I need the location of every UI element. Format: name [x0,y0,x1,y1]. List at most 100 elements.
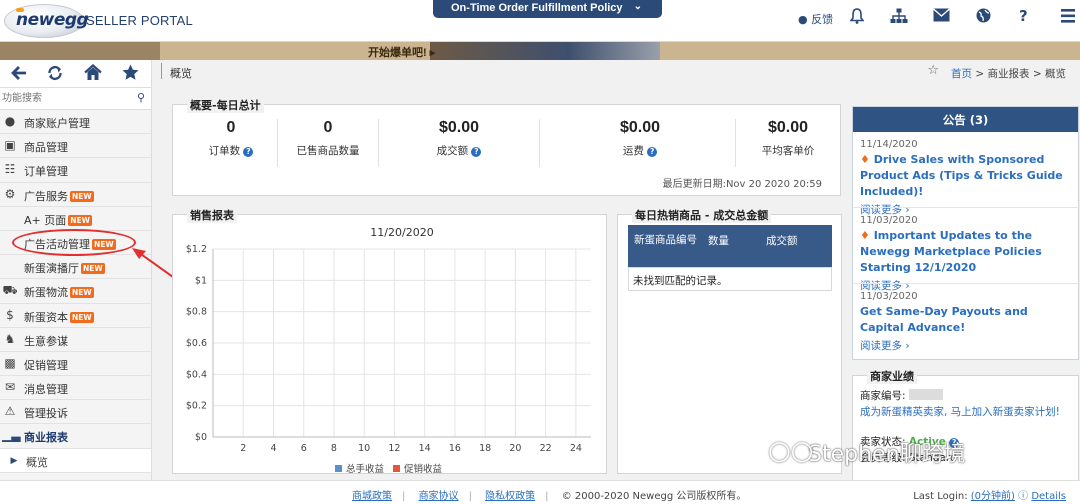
search-icon[interactable]: ⚲ [137,91,145,104]
legend-swatch [335,465,342,472]
menu-icon[interactable] [1061,8,1075,24]
star-icon[interactable] [122,64,139,81]
announcement-link[interactable]: Get Same-Day Payouts and Capital Advance… [860,304,1072,336]
stat-value: $0.00 [438,119,480,136]
stat-orders: 0 订单数 ? [191,119,271,158]
new-badge: NEW [70,190,94,202]
sidebar-item-account[interactable]: ● 商家账户管理 [0,110,151,135]
newegg-logo[interactable]: newegg [4,2,89,40]
stat-label: 成交额 ? [401,143,517,158]
announcement-link[interactable]: ♦ Important Updates to the Newegg Market… [860,228,1072,276]
read-more-link[interactable]: 阅读更多 › [860,338,1072,353]
sidebar-item-capital[interactable]: $ 新蛋资本 NEW [0,304,151,328]
merchant-performance-panel: 商家业绩 商家编号: 成为新蛋精英卖家, 马上加入新蛋卖家计划! 卖家状态: A… [852,368,1079,485]
sidebar-item-messages[interactable]: ✉ 消息管理 [0,376,151,401]
breadcrumb-reports[interactable]: 商业报表 [988,68,1030,80]
sidebar-item-ads[interactable]: ⚙ 广告服务 NEW [0,183,151,207]
sidebar-search-input[interactable] [0,90,134,107]
stat-divider [735,119,736,167]
help-icon[interactable]: ? [1019,7,1028,25]
y-tick-label: $0.8 [186,307,207,318]
table-empty-row: 未找到匹配的记录。 [628,267,832,291]
sidebar-item-complaints[interactable]: ⚠ 管理投诉 [0,400,151,425]
last-login-value[interactable]: (0分钟前) [971,491,1015,502]
announcement-date: 11/14/2020 [860,139,918,150]
sidebar-item-label: 管理投诉 [24,407,68,421]
refresh-icon[interactable] [47,65,63,81]
sidebar-item-label: 生意参谋 [24,334,68,348]
footer-separator: | [468,491,472,502]
feedback-link[interactable]: ● 反馈 [798,11,833,27]
col-header-quantity[interactable]: 数量 [708,233,729,248]
breadcrumb-home[interactable]: 首页 [951,68,972,80]
details-link[interactable]: Details [1031,491,1066,502]
warning-icon: ⚠ [4,404,16,419]
globe-icon[interactable] [976,8,991,23]
sidebar-item-label: A+ 页面 NEW [24,212,92,228]
footer-separator: | [402,491,406,502]
sitemap-icon[interactable] [890,8,908,24]
sidebar-item-label: 广告服务 NEW [24,188,94,204]
table-header: 新蛋商品编号 数量 成交额 [628,225,832,267]
new-badge: NEW [70,287,94,299]
announcements-title: 公告 (3) [853,107,1078,132]
announcement-item: 11/03/2020 Get Same-Day Payouts and Capi… [860,291,1072,353]
bell-icon[interactable] [850,8,864,24]
orders-label: 订单数 [208,145,241,157]
breadcrumb-bar: 概览 ☆ 首页 > 商业报表 > 概览 [153,60,1080,86]
elite-seller-link[interactable]: 成为新蛋精英卖家, 马上加入新蛋卖家计划! [860,404,1060,419]
top-bar: newegg SELLER PORTAL On-Time Order Fulfi… [0,0,1080,42]
footer-link-agreement[interactable]: 商家协议 [419,491,459,502]
divider [853,207,1080,208]
promo-banner[interactable]: 开始爆单吧! ▸ [0,42,1080,60]
a-plus-label: A+ 页面 [24,213,67,227]
sidebar-item-label: 新蛋演播厅 NEW [24,260,105,276]
footer-link-policy[interactable]: 商城政策 [352,491,392,502]
envelope-icon[interactable] [933,8,950,22]
logistics-label: 新蛋物流 [24,286,68,300]
x-tick-label: 20 [509,443,521,454]
sidebar-quick-actions [0,60,151,88]
stat-value: 0 [323,119,333,136]
announcement-link[interactable]: ♦ Drive Sales with Sponsored Product Ads… [860,152,1072,200]
last-update: 最后更新日期:Nov 20 2020 20:59 [662,179,822,190]
legend-label: 促销收益 [404,463,443,473]
ads-label: 广告服务 [24,189,68,203]
sidebar-item-overview[interactable]: ▶ 概览 [0,448,151,473]
help-icon[interactable]: ? [243,147,254,157]
envelope-icon: ✉ [4,380,16,395]
announcement-item: 11/14/2020 ♦ Drive Sales with Sponsored … [860,139,1072,217]
x-tick-label: 12 [388,443,400,454]
sidebar-item-reports[interactable]: ▁▃ 商业报表 [0,424,151,449]
footer-link-privacy[interactable]: 隐私权政策 [485,491,535,502]
announcement-date: 11/03/2020 [860,291,918,302]
stat-label: 运费 ? [585,143,695,158]
sidebar-item-orders[interactable]: ☷ 订单管理 [0,158,151,183]
home-icon[interactable] [84,64,102,81]
shipping-label: 运费 [622,145,644,157]
policy-dropdown[interactable]: On-Time Order Fulfillment Policy ⌄ [433,0,662,18]
capital-label: 新蛋资本 [24,310,68,324]
col-header-amount[interactable]: 成交额 [766,233,798,248]
info-icon: ⓘ [1018,491,1029,502]
top-products-table: 新蛋商品编号 数量 成交额 未找到匹配的记录。 [628,225,832,291]
chevron-down-icon: ⌄ [633,1,642,12]
sidebar-item-promotions[interactable]: ▩ 促销管理 [0,352,151,377]
help-icon[interactable]: ? [647,147,658,157]
back-arrow-icon[interactable] [11,65,27,81]
sidebar-item-products[interactable]: ▣ 商品管理 [0,134,151,159]
logo-text: newegg [16,10,89,30]
stat-avg-order: $0.00 平均客单价 [743,119,833,158]
last-login: Last Login: (0分钟前) ⓘ Details [913,487,1066,502]
favorite-star-icon[interactable]: ☆ [927,63,939,78]
y-tick-label: $0.2 [186,401,207,412]
watermark: ○○ Stephen聊跨境 [768,436,966,468]
col-header-item-number[interactable]: 新蛋商品编号 [634,233,698,247]
bell-icon: ♦ [860,153,870,166]
announcement-date: 11/03/2020 [860,215,918,226]
sidebar-item-advisor[interactable]: ♞ 生意参谋 [0,328,151,352]
sidebar-item-label: 订单管理 [24,165,68,179]
help-icon[interactable]: ? [471,147,482,157]
stat-divider [378,119,379,167]
sidebar-item-a-plus[interactable]: A+ 页面 NEW [0,207,151,231]
